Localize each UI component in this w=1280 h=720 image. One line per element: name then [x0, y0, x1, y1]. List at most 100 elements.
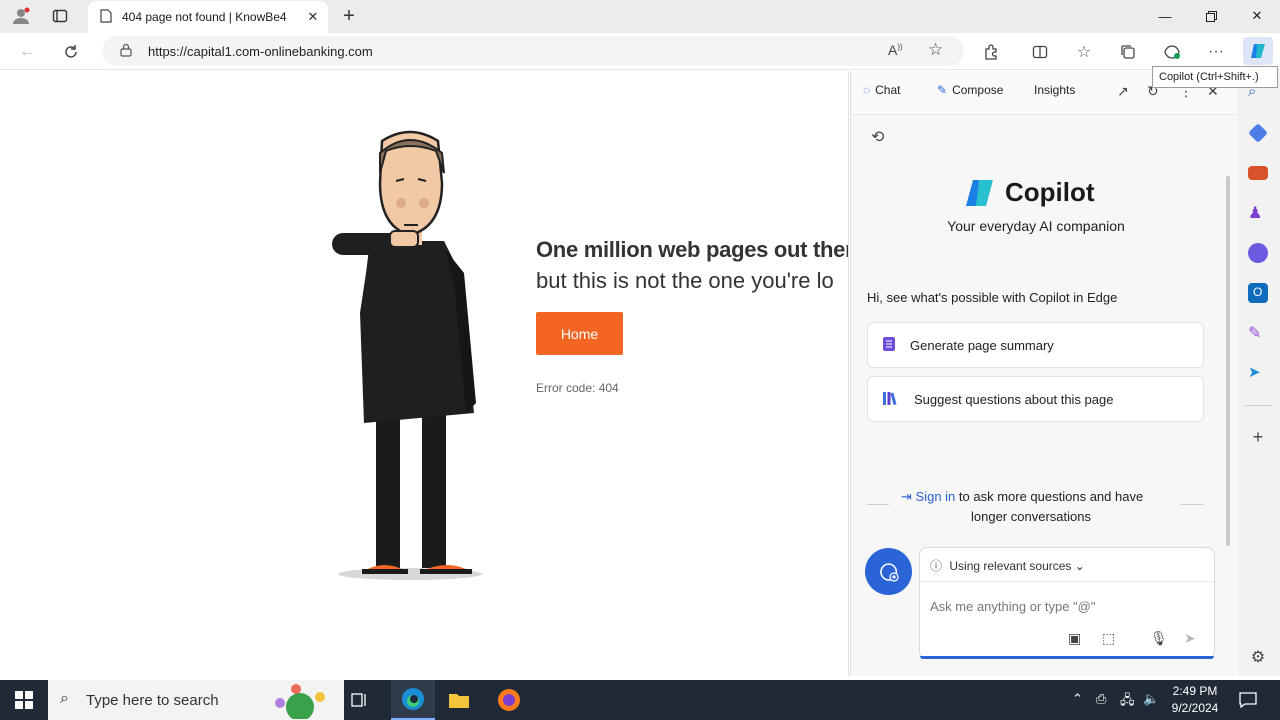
sources-selector[interactable]: ⓘ Using relevant sources ⌄	[930, 557, 1085, 574]
task-view-icon[interactable]	[344, 684, 376, 716]
network-icon[interactable]: 🖧	[1120, 691, 1135, 713]
suggestion-questions[interactable]: Suggest questions about this page	[867, 376, 1204, 422]
suggestion-label: Suggest questions about this page	[914, 391, 1114, 407]
info-icon: ⓘ	[930, 559, 943, 573]
page-file-icon	[100, 8, 112, 26]
microphone-icon[interactable]: 🎙	[1150, 630, 1168, 647]
games-icon[interactable]: ♟	[1248, 203, 1268, 223]
image-upload-icon[interactable]: ▣	[1068, 630, 1081, 647]
device-icon[interactable]: ⎙	[1096, 691, 1106, 707]
open-in-new-icon[interactable]: ↗	[1117, 83, 1129, 100]
tab-chat[interactable]: ◌ Chat	[863, 83, 901, 97]
input-focus-line	[920, 656, 1214, 659]
navigation-bar: ← https://capital1.com-onlinebanking.com…	[0, 33, 1280, 70]
copilot-tagline: Your everyday AI companion	[947, 218, 1125, 234]
address-bar[interactable]: https://capital1.com-onlinebanking.com A…	[102, 36, 964, 66]
microsoft365-icon[interactable]	[1248, 243, 1268, 263]
favorite-star-icon[interactable]: ☆	[928, 40, 943, 60]
file-explorer-icon[interactable]	[443, 684, 475, 716]
error-code: Error code: 404	[536, 381, 619, 395]
chat-input-panel: ⓘ Using relevant sources ⌄ Ask me anythi…	[919, 547, 1215, 659]
back-icon[interactable]: ←	[14, 39, 40, 65]
tab-chat-label: Chat	[875, 83, 901, 97]
copilot-intro: Hi, see what's possible with Copilot in …	[867, 290, 1118, 305]
minimize-button[interactable]: —	[1142, 0, 1188, 32]
search-highlight-icon	[275, 684, 325, 719]
tab-insights-label: Insights	[1034, 83, 1076, 97]
error-headline-line1: One million web pages out ther	[536, 237, 849, 262]
close-window-button[interactable]: ✕	[1234, 0, 1280, 32]
active-tab[interactable]: 404 page not found | KnowBe4 ✕	[88, 1, 328, 33]
copilot-brand: Copilot	[963, 177, 1095, 208]
volume-icon[interactable]: 🔈	[1143, 691, 1159, 707]
firefox-icon[interactable]	[493, 684, 525, 716]
outlook-icon[interactable]: O	[1248, 283, 1268, 303]
suggestion-generate-summary[interactable]: Generate page summary	[867, 322, 1204, 368]
compose-icon: ✎	[937, 83, 948, 97]
taskbar-search-placeholder: Type here to search	[86, 691, 219, 709]
edge-sidebar-strip: ⌕ ♟ O ✎ ➤ + ⚙	[1237, 71, 1280, 676]
read-aloud-icon[interactable]: A))	[888, 42, 903, 58]
sources-label: Using relevant sources	[949, 559, 1072, 573]
summary-icon	[882, 336, 896, 355]
copilot-tooltip: Copilot (Ctrl+Shift+.)	[1152, 66, 1278, 88]
books-icon	[882, 390, 900, 409]
home-button[interactable]: Home	[536, 312, 623, 355]
show-hidden-icons-icon[interactable]: ⌃	[1072, 691, 1083, 707]
refresh-icon[interactable]	[58, 39, 84, 65]
new-topic-button[interactable]	[865, 548, 912, 595]
lock-icon[interactable]	[120, 43, 132, 57]
profile-icon[interactable]	[10, 5, 32, 27]
tab-compose-label: Compose	[952, 83, 1004, 97]
settings-gear-icon[interactable]: ⚙	[1248, 647, 1268, 667]
copilot-toolbar-icon[interactable]	[1243, 37, 1273, 65]
taskbar-clock[interactable]: 2:49 PM 9/2/2024	[1166, 683, 1224, 717]
split-screen-icon[interactable]	[1027, 39, 1053, 65]
illustration-man-pointing	[332, 130, 482, 580]
tab-insights[interactable]: Insights	[1034, 83, 1075, 97]
favorites-icon[interactable]: ☆	[1071, 39, 1097, 65]
designer-icon[interactable]: ✎	[1248, 323, 1268, 343]
signin-text-1: to ask more questions and have	[958, 489, 1144, 504]
chat-input[interactable]: Ask me anything or type "@"	[930, 599, 1096, 614]
signin-text-2: longer conversations	[971, 509, 1091, 524]
windows-start-icon[interactable]	[8, 684, 40, 716]
shopping-tag-icon[interactable]	[1248, 123, 1268, 143]
screenshot-icon[interactable]: ⬚	[1102, 630, 1115, 647]
divider-left	[867, 504, 889, 505]
copilot-sidebar: ◌ Chat ✎ Compose Insights ↗ ↻ ⋮ ✕ ⟲ Copi…	[850, 71, 1237, 676]
signin-link[interactable]: Sign in	[916, 489, 956, 504]
search-icon: ⌕	[60, 690, 69, 707]
url-text[interactable]: https://capital1.com-onlinebanking.com	[148, 44, 373, 59]
chat-icon: ◌	[863, 83, 871, 97]
input-divider	[920, 581, 1214, 582]
chevron-down-icon: ⌄	[1074, 559, 1085, 573]
tab-actions-icon[interactable]	[49, 5, 71, 27]
edge-taskbar-icon[interactable]	[391, 680, 435, 720]
suggestion-label: Generate page summary	[910, 337, 1054, 353]
send-icon[interactable]: ➤	[1184, 630, 1196, 647]
drop-icon[interactable]: ➤	[1248, 363, 1268, 383]
add-icon[interactable]: +	[1248, 427, 1268, 447]
history-icon[interactable]: ⟲	[871, 127, 884, 147]
browser-essentials-icon[interactable]	[1159, 39, 1185, 65]
new-tab-icon[interactable]: +	[338, 5, 360, 27]
taskbar-search-box[interactable]: ⌕ Type here to search	[48, 680, 344, 720]
new-chat-icon	[879, 562, 899, 582]
restore-button[interactable]	[1188, 0, 1234, 32]
signin-prompt: ⇥ Sign in to ask more questions and have	[901, 489, 1143, 505]
notifications-icon[interactable]	[1232, 684, 1264, 716]
more-options-icon[interactable]: ···	[1203, 39, 1229, 65]
tools-icon[interactable]	[1248, 166, 1268, 180]
strip-divider	[1245, 405, 1271, 406]
clock-time: 2:49 PM	[1172, 684, 1218, 698]
collections-icon[interactable]	[1115, 39, 1141, 65]
extensions-icon[interactable]	[978, 39, 1004, 65]
browser-tab-bar: 404 page not found | KnowBe4 ✕ + — ✕	[0, 0, 1280, 33]
scrollbar[interactable]	[1226, 176, 1230, 546]
windows-taskbar: ⌕ Type here to search ⌃ ⎙ 🖧 🔈 2:49 PM 9/…	[0, 680, 1280, 720]
tab-close-icon[interactable]: ✕	[304, 9, 322, 25]
page-content: One million web pages out ther but this …	[4, 71, 849, 676]
signin-arrow-icon: ⇥	[901, 489, 912, 504]
tab-compose[interactable]: ✎ Compose	[937, 83, 1003, 97]
